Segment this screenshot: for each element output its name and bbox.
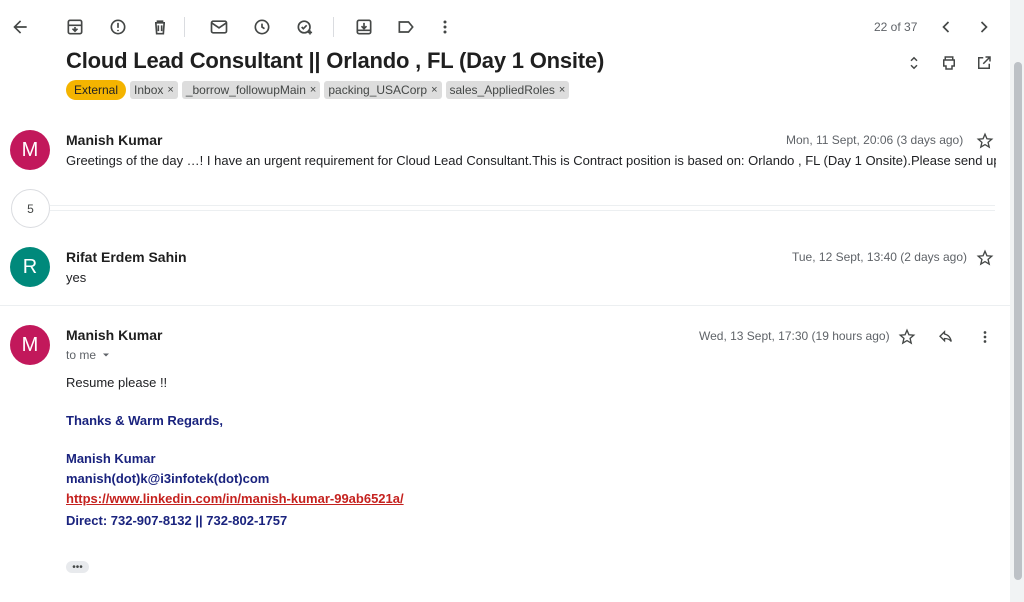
external-label: External	[66, 80, 127, 100]
subject-row: Cloud Lead Consultant || Orlando , FL (D…	[66, 48, 604, 74]
sender-name: Rifat Erdem Sahin	[66, 249, 187, 265]
sender-name: Manish Kumar	[66, 327, 163, 343]
newer-chevron-icon[interactable]	[934, 15, 958, 39]
label-chip-borrow[interactable]: _borrow_followupMain ×	[181, 81, 321, 99]
signature-name: Manish Kumar	[66, 451, 156, 466]
collapsed-messages-count[interactable]: 5	[11, 189, 50, 228]
label-chip-text: sales_AppliedRoles	[449, 83, 555, 97]
message-snippet: yes	[66, 270, 87, 285]
message-date: Mon, 11 Sept, 20:06 (3 days ago)	[786, 133, 964, 147]
message-divider	[0, 305, 1010, 306]
older-chevron-icon[interactable]	[972, 15, 996, 39]
print-icon[interactable]	[938, 52, 960, 74]
label-chip-text: Inbox	[134, 83, 164, 97]
label-chip-text: packing_USACorp	[328, 83, 428, 97]
label-chip-text: _borrow_followupMain	[185, 83, 306, 97]
avatar: M	[10, 325, 50, 365]
chevron-down-icon	[103, 353, 110, 357]
label-chip-inbox[interactable]: Inbox ×	[130, 81, 178, 99]
star-icon[interactable]	[975, 131, 995, 151]
pager-count: 22 of 37	[874, 20, 918, 34]
remove-label-icon[interactable]: ×	[559, 82, 565, 98]
star-icon[interactable]	[975, 248, 995, 268]
back-arrow-icon[interactable]	[8, 15, 32, 39]
snooze-icon[interactable]	[250, 15, 274, 39]
remove-label-icon[interactable]: ×	[167, 82, 173, 98]
archive-icon[interactable]	[63, 15, 87, 39]
move-to-icon[interactable]	[352, 15, 376, 39]
toolbar-separator	[333, 17, 334, 37]
signature-linkedin-link[interactable]: https://www.linkedin.com/in/manish-kumar…	[66, 491, 404, 506]
avatar: M	[10, 130, 50, 170]
label-chips: External Inbox × _borrow_followupMain × pa…	[66, 80, 570, 100]
mark-unread-icon[interactable]	[207, 15, 231, 39]
label-chip-packing[interactable]: packing_USACorp ×	[324, 81, 442, 99]
more-vert-icon[interactable]	[433, 15, 457, 39]
signature-email: manish(dot)k@i3infotek(dot)com	[66, 471, 270, 486]
expand-collapse-icon[interactable]	[903, 52, 925, 74]
remove-label-icon[interactable]: ×	[431, 82, 437, 98]
message-date: Tue, 12 Sept, 13:40 (2 days ago)	[792, 250, 968, 264]
more-vert-icon[interactable]	[975, 327, 995, 347]
open-new-window-icon[interactable]	[973, 52, 995, 74]
sender-name: Manish Kumar	[66, 132, 163, 148]
signature-phone: Direct: 732-907-8132 || 732-802-1757	[66, 513, 288, 528]
collapsed-divider	[50, 205, 995, 206]
message-body: Resume please !!	[66, 375, 168, 390]
delete-icon[interactable]	[148, 15, 172, 39]
avatar: R	[10, 247, 50, 287]
label-icon[interactable]	[394, 15, 418, 39]
remove-label-icon[interactable]: ×	[310, 82, 316, 98]
message-snippet: Greetings of the day …! I have an urgent…	[66, 153, 996, 168]
email-subject: Cloud Lead Consultant || Orlando , FL (D…	[66, 48, 605, 73]
reply-icon[interactable]	[936, 327, 956, 347]
recipients-toggle[interactable]: to me	[66, 348, 112, 362]
toolbar-separator	[184, 17, 185, 37]
scrollbar-thumb[interactable]	[1014, 62, 1022, 580]
show-trimmed-content-button[interactable]: •••	[66, 561, 89, 573]
to-me-label: to me	[66, 348, 97, 362]
message-toolbar: 22 of 37	[0, 0, 1010, 54]
message-date: Wed, 13 Sept, 17:30 (19 hours ago)	[699, 329, 890, 343]
report-spam-icon[interactable]	[106, 15, 130, 39]
scrollbar[interactable]	[1010, 0, 1024, 602]
signature-greeting: Thanks & Warm Regards,	[66, 413, 224, 428]
label-chip-sales[interactable]: sales_AppliedRoles ×	[445, 81, 570, 99]
collapsed-divider	[50, 210, 995, 211]
star-icon[interactable]	[897, 327, 917, 347]
add-task-icon[interactable]	[293, 15, 317, 39]
